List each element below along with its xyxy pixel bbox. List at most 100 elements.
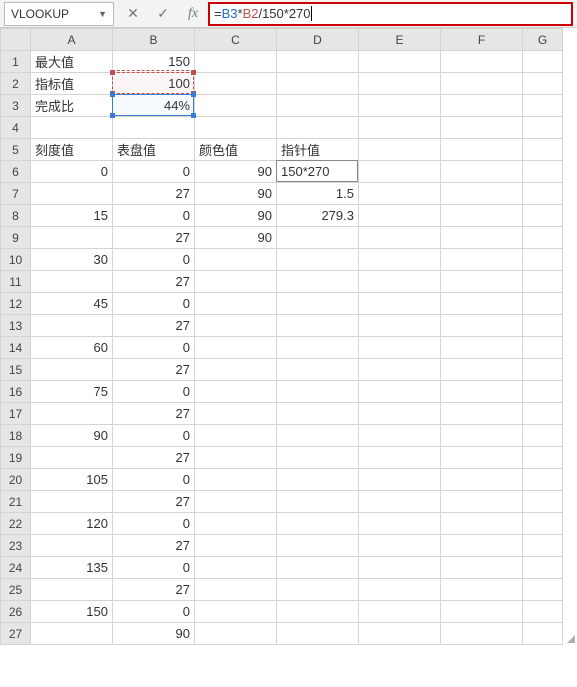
name-box[interactable]: VLOOKUP ▼ (4, 2, 114, 26)
cell-A5[interactable]: 刻度值 (31, 139, 113, 161)
cell-G14[interactable] (523, 337, 563, 359)
cell-F14[interactable] (441, 337, 523, 359)
cell-B18[interactable]: 0 (113, 425, 195, 447)
cell-A7[interactable] (31, 183, 113, 205)
column-header-B[interactable]: B (113, 29, 195, 51)
cell-B23[interactable]: 27 (113, 535, 195, 557)
cell-G8[interactable] (523, 205, 563, 227)
cell-B5[interactable]: 表盘值 (113, 139, 195, 161)
cell-F3[interactable] (441, 95, 523, 117)
cell-C20[interactable] (195, 469, 277, 491)
cell-E24[interactable] (359, 557, 441, 579)
row-header-9[interactable]: 9 (1, 227, 31, 249)
row-header-26[interactable]: 26 (1, 601, 31, 623)
cell-E10[interactable] (359, 249, 441, 271)
cell-C18[interactable] (195, 425, 277, 447)
row-header-18[interactable]: 18 (1, 425, 31, 447)
cell-F15[interactable] (441, 359, 523, 381)
cell-F27[interactable] (441, 623, 523, 645)
cell-D8[interactable]: 279.3 (277, 205, 359, 227)
cell-A13[interactable] (31, 315, 113, 337)
cell-C23[interactable] (195, 535, 277, 557)
column-header-C[interactable]: C (195, 29, 277, 51)
cell-F11[interactable] (441, 271, 523, 293)
cell-D27[interactable] (277, 623, 359, 645)
row-header-3[interactable]: 3 (1, 95, 31, 117)
row-header-10[interactable]: 10 (1, 249, 31, 271)
row-header-4[interactable]: 4 (1, 117, 31, 139)
cell-B1[interactable]: 150 (113, 51, 195, 73)
cell-E12[interactable] (359, 293, 441, 315)
cell-E18[interactable] (359, 425, 441, 447)
cell-F2[interactable] (441, 73, 523, 95)
cell-A26[interactable]: 150 (31, 601, 113, 623)
cell-E14[interactable] (359, 337, 441, 359)
row-header-6[interactable]: 6 (1, 161, 31, 183)
cell-D5[interactable]: 指针值 (277, 139, 359, 161)
cell-F10[interactable] (441, 249, 523, 271)
cell-C11[interactable] (195, 271, 277, 293)
cell-F26[interactable] (441, 601, 523, 623)
cell-F6[interactable] (441, 161, 523, 183)
cell-F17[interactable] (441, 403, 523, 425)
cell-F18[interactable] (441, 425, 523, 447)
cell-B12[interactable]: 0 (113, 293, 195, 315)
cell-F23[interactable] (441, 535, 523, 557)
cell-G27[interactable] (523, 623, 563, 645)
cell-A9[interactable] (31, 227, 113, 249)
cell-C21[interactable] (195, 491, 277, 513)
cell-A23[interactable] (31, 535, 113, 557)
cell-G26[interactable] (523, 601, 563, 623)
cell-C14[interactable] (195, 337, 277, 359)
cell-G3[interactable] (523, 95, 563, 117)
cell-G24[interactable] (523, 557, 563, 579)
cell-C24[interactable] (195, 557, 277, 579)
cell-F25[interactable] (441, 579, 523, 601)
cell-D2[interactable] (277, 73, 359, 95)
cell-C2[interactable] (195, 73, 277, 95)
cell-B20[interactable]: 0 (113, 469, 195, 491)
cell-C7[interactable]: 90 (195, 183, 277, 205)
cell-D6[interactable]: 150*270 (277, 161, 359, 183)
name-box-dropdown-icon[interactable]: ▼ (98, 9, 107, 19)
cell-D23[interactable] (277, 535, 359, 557)
cell-B3[interactable]: 44% (113, 95, 195, 117)
cell-A16[interactable]: 75 (31, 381, 113, 403)
cell-C22[interactable] (195, 513, 277, 535)
row-header-8[interactable]: 8 (1, 205, 31, 227)
cell-B25[interactable]: 27 (113, 579, 195, 601)
cell-E23[interactable] (359, 535, 441, 557)
cell-E15[interactable] (359, 359, 441, 381)
cell-E13[interactable] (359, 315, 441, 337)
cell-C26[interactable] (195, 601, 277, 623)
cell-G13[interactable] (523, 315, 563, 337)
cell-E25[interactable] (359, 579, 441, 601)
row-header-11[interactable]: 11 (1, 271, 31, 293)
cell-F22[interactable] (441, 513, 523, 535)
cell-B15[interactable]: 27 (113, 359, 195, 381)
cell-G6[interactable] (523, 161, 563, 183)
cell-C25[interactable] (195, 579, 277, 601)
row-header-27[interactable]: 27 (1, 623, 31, 645)
cell-A21[interactable] (31, 491, 113, 513)
cell-F20[interactable] (441, 469, 523, 491)
cell-G19[interactable] (523, 447, 563, 469)
cell-D3[interactable] (277, 95, 359, 117)
cell-B10[interactable]: 0 (113, 249, 195, 271)
cell-B27[interactable]: 90 (113, 623, 195, 645)
row-header-22[interactable]: 22 (1, 513, 31, 535)
cell-A20[interactable]: 105 (31, 469, 113, 491)
cell-A3[interactable]: 完成比 (31, 95, 113, 117)
select-all-corner[interactable] (1, 29, 31, 51)
cell-B21[interactable]: 27 (113, 491, 195, 513)
cell-C17[interactable] (195, 403, 277, 425)
cell-C16[interactable] (195, 381, 277, 403)
cell-D19[interactable] (277, 447, 359, 469)
cell-G16[interactable] (523, 381, 563, 403)
cell-A4[interactable] (31, 117, 113, 139)
cell-F16[interactable] (441, 381, 523, 403)
cell-E11[interactable] (359, 271, 441, 293)
cell-E1[interactable] (359, 51, 441, 73)
cell-A18[interactable]: 90 (31, 425, 113, 447)
cell-D21[interactable] (277, 491, 359, 513)
